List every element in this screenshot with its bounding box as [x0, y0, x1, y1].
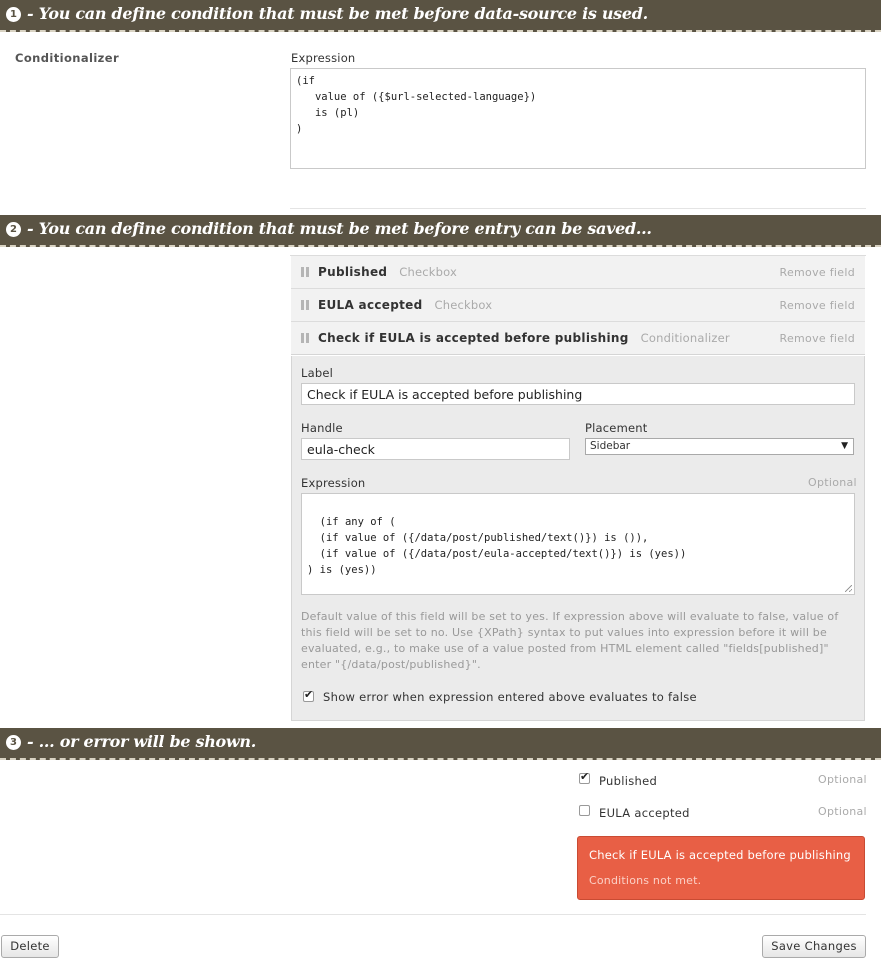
step-number-1: 1 [6, 7, 21, 22]
divider [290, 208, 866, 209]
field-type: Checkbox [399, 265, 458, 279]
drag-handle-icon[interactable] [301, 267, 310, 277]
remove-field-link[interactable]: Remove field [780, 332, 855, 345]
field-name: EULA accepted Checkbox [318, 298, 493, 312]
field-name: Published Checkbox [318, 265, 458, 279]
remove-field-link[interactable]: Remove field [780, 299, 855, 312]
field-row-eula-accepted[interactable]: EULA accepted Checkbox Remove field [291, 289, 865, 322]
step-number-3: 3 [6, 735, 21, 750]
field-type: Conditionalizer [640, 331, 730, 345]
expression-help-text: Default value of this field will be set … [301, 610, 839, 671]
banner-title-1: - You can define condition that must be … [27, 4, 648, 23]
eula-accepted-optional: Optional [818, 805, 867, 818]
section-banner-1: 1 - You can define condition that must b… [0, 0, 881, 32]
eula-accepted-checkbox[interactable] [579, 805, 590, 816]
step-number-2: 2 [6, 222, 21, 237]
expression-label: Expression [291, 51, 356, 65]
delete-button[interactable]: Delete [1, 935, 59, 958]
expression-text: (if any of ( (if value of ({/data/post/p… [307, 516, 687, 576]
eula-accepted-label: EULA accepted [599, 806, 690, 820]
published-checkbox[interactable] [579, 770, 590, 784]
expression-label: Expression [301, 476, 366, 490]
handle-input[interactable]: eula-check [301, 438, 570, 460]
entry-expression-textarea[interactable]: (if any of ( (if value of ({/data/post/p… [301, 493, 855, 595]
published-label: Published [599, 774, 658, 788]
datasource-expression-textarea[interactable]: (if value of ({$url-selected-language}) … [290, 68, 866, 169]
show-error-checkbox[interactable] [303, 688, 314, 702]
footer-divider [0, 914, 866, 915]
show-error-label: Show error when expression entered above… [323, 690, 697, 704]
dropdown-arrow-icon: ▼ [841, 441, 848, 451]
handle-label: Handle [301, 421, 343, 435]
resize-grip-icon[interactable] [845, 585, 852, 592]
published-optional: Optional [818, 773, 867, 786]
field-row-published[interactable]: Published Checkbox Remove field [291, 256, 865, 289]
label-input[interactable]: Check if EULA is accepted before publish… [301, 383, 855, 405]
error-message: Conditions not met. [589, 874, 702, 887]
save-changes-button[interactable]: Save Changes [762, 935, 866, 958]
optional-label: Optional [808, 476, 857, 489]
error-title: Check if EULA is accepted before publish… [589, 848, 851, 862]
validation-error-box: Check if EULA is accepted before publish… [577, 836, 865, 900]
banner-title-2: - You can define condition that must be … [27, 219, 652, 238]
field-row-eula-check[interactable]: Check if EULA is accepted before publish… [291, 322, 865, 355]
drag-handle-icon[interactable] [301, 300, 310, 310]
section-banner-2: 2 - You can define condition that must b… [0, 215, 881, 247]
drag-handle-icon[interactable] [301, 333, 310, 343]
remove-field-link[interactable]: Remove field [780, 266, 855, 279]
placement-selected-value: Sidebar [590, 440, 631, 452]
placement-label: Placement [585, 421, 648, 435]
section-banner-3: 3 - ... or error will be shown. [0, 728, 881, 760]
placement-select[interactable]: Sidebar ▼ [585, 438, 854, 455]
datasource-conditionalizer-heading: Conditionalizer [15, 51, 120, 65]
field-type: Checkbox [434, 298, 493, 312]
banner-title-3: - ... or error will be shown. [27, 732, 256, 751]
field-name: Check if EULA is accepted before publish… [318, 331, 730, 345]
label-label: Label [301, 366, 334, 380]
